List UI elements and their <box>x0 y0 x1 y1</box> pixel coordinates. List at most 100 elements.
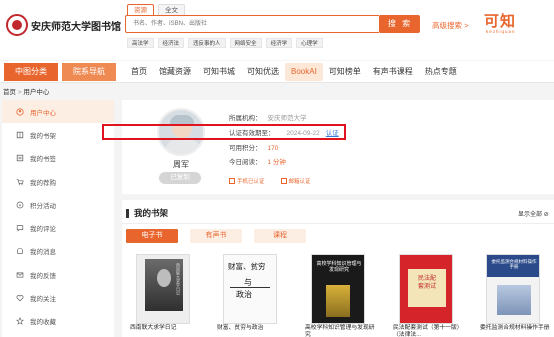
search-tab-resources[interactable]: 资源 <box>127 4 154 15</box>
sidebar-item-label: 我的书签 <box>30 156 56 164</box>
sidebar-item-following[interactable]: 我的关注 <box>2 286 114 309</box>
reading-label: 今日阅读： <box>229 159 262 166</box>
points-value[interactable]: 170 <box>268 145 279 152</box>
user-name: 周军 <box>173 160 189 169</box>
sidebar: 用户中心 我的书架 我的书签 我的荐购 ¥ 积分活动 我的评论 我的消息 我的反… <box>2 100 114 337</box>
bookshelf: 我的书架 显示全部 ⊘ 电子书 有声书 课程 西南联大求学日记 西南联大求学日记… <box>122 200 554 337</box>
sidebar-item-label: 我的收藏 <box>30 319 56 327</box>
breadcrumb-current: 用户中心 <box>23 89 50 96</box>
sidebar-item-points[interactable]: ¥ 积分活动 <box>2 193 114 216</box>
hot-tags: 高法学 经济法 违反事的人 网络安全 经济学 心理学 <box>127 38 323 48</box>
book-cover[interactable]: 高校学科知识管理与发现研究 <box>311 254 365 324</box>
nav-tab-classification[interactable]: 中图分类 <box>4 63 58 81</box>
sidebar-item-recommend[interactable]: 我的荐购 <box>2 170 114 193</box>
nav-tab-department[interactable]: 院系导航 <box>62 63 116 81</box>
book-title[interactable]: 民法配套测试（第十一版）（法律法... <box>393 325 463 337</box>
sidebar-item-label: 用户中心 <box>30 109 56 117</box>
reading-value: 1 分钟 <box>267 159 286 166</box>
library-name[interactable]: 安庆师范大学图书馆 <box>31 18 121 33</box>
hot-tag[interactable]: 心理学 <box>296 38 323 48</box>
nav-link-topics[interactable]: 热点专题 <box>419 63 463 81</box>
profile-card: 周军 已复制 所属机构： 安庆师范大学 认证有效期至： 2024-09-22 认证 可… <box>122 100 554 194</box>
search-input[interactable] <box>126 16 376 31</box>
nav-links: 首页 馆藏资源 可知书城 可知优选 BookAI 可知榜单 有声书课程 热点专题 <box>125 63 463 81</box>
shelf-title: 我的书架 <box>126 207 168 219</box>
mail-icon <box>280 178 287 184</box>
user-icon <box>16 108 24 116</box>
sidebar-item-comments[interactable]: 我的评论 <box>2 216 114 239</box>
brand-logo[interactable]: 可知 <box>484 10 516 31</box>
hot-tag[interactable]: 经济学 <box>265 38 293 48</box>
tab-audiobooks[interactable]: 有声书 <box>190 229 242 243</box>
show-all-link[interactable]: 显示全部 ⊘ <box>518 209 549 218</box>
status-badge[interactable]: 已复制 <box>159 172 201 184</box>
sidebar-item-label: 我的反馈 <box>30 272 56 280</box>
tab-courses[interactable]: 课程 <box>254 229 306 243</box>
main-nav: 中图分类 院系导航 首页 馆藏资源 可知书城 可知优选 BookAI 可知榜单 … <box>0 61 554 83</box>
sidebar-item-bookmarks[interactable]: 我的书签 <box>2 147 114 170</box>
auth-links: 手机已认证 邮箱认证 <box>229 177 311 185</box>
book-title[interactable]: 西南联大求学日记 <box>130 325 200 332</box>
book-cover[interactable]: 财富、贫穷 与 政治 <box>223 254 277 324</box>
nav-link-selected[interactable]: 可知优选 <box>241 63 285 81</box>
coin-icon: ¥ <box>16 201 24 209</box>
sidebar-item-favorites[interactable]: 我的收藏 <box>2 310 114 333</box>
mail-icon <box>16 271 24 279</box>
breadcrumb-separator: > <box>17 89 22 96</box>
sidebar-item-label: 我的关注 <box>30 296 56 304</box>
svg-text:¥: ¥ <box>19 202 22 207</box>
bookmark-icon <box>16 154 24 162</box>
book-icon <box>16 131 24 139</box>
nav-link-bookstore[interactable]: 可知书城 <box>197 63 241 81</box>
sidebar-item-label: 我的评论 <box>30 226 56 234</box>
star-icon <box>16 317 24 326</box>
search-tabs: 资源 全文 <box>127 4 185 15</box>
phone-auth-link[interactable]: 手机已认证 <box>229 177 265 185</box>
nav-link-collection[interactable]: 馆藏资源 <box>153 63 197 81</box>
institution-row: 所属机构： 安庆师范大学 <box>229 112 307 122</box>
points-label: 可用积分： <box>229 145 262 152</box>
book-title[interactable]: 高校学科知识管理与发现研究 <box>305 325 375 337</box>
book-title[interactable]: 财富、贫穷与政治 <box>217 325 287 332</box>
reading-row: 今日阅读： 1 分钟 <box>229 156 286 166</box>
comment-icon <box>16 224 24 232</box>
search-box <box>125 15 380 33</box>
search-tab-fulltext[interactable]: 全文 <box>158 4 185 15</box>
sidebar-item-feedback[interactable]: 我的反馈 <box>2 263 114 286</box>
points-row: 可用积分： 170 <box>229 142 278 152</box>
hot-tag[interactable]: 违反事的人 <box>188 38 226 48</box>
shelf-tabs: 电子书 有声书 课程 <box>126 229 306 243</box>
sidebar-item-label: 我的消息 <box>30 249 56 257</box>
institution-label: 所属机构： <box>229 115 262 122</box>
highlight-box <box>102 124 346 140</box>
institution-value: 安庆师范大学 <box>267 115 307 122</box>
sidebar-item-label: 我的书架 <box>30 132 56 140</box>
hot-tag[interactable]: 经济法 <box>157 38 185 48</box>
sidebar-item-user-center[interactable]: 用户中心 <box>2 100 114 124</box>
advanced-search-link[interactable]: 高级搜索 > <box>432 20 468 31</box>
nav-link-rankings[interactable]: 可知榜单 <box>323 63 367 81</box>
nav-link-bookai[interactable]: BookAI <box>285 63 323 81</box>
message-icon <box>16 247 24 255</box>
nav-link-home[interactable]: 首页 <box>125 63 153 81</box>
book-cover[interactable]: 委托监测合规材料操作手册 <box>486 254 540 324</box>
book-cover[interactable]: 民法配套测试 <box>399 254 453 324</box>
tab-ebooks[interactable]: 电子书 <box>126 229 178 243</box>
breadcrumb-home[interactable]: 首页 <box>3 89 16 96</box>
sidebar-item-messages[interactable]: 我的消息 <box>2 240 114 263</box>
nav-link-audiobooks[interactable]: 有声书课程 <box>367 63 419 81</box>
book-title[interactable]: 委托监测合规材料操作手册 <box>480 325 550 332</box>
sidebar-item-label: 积分活动 <box>30 202 56 210</box>
email-auth-link[interactable]: 邮箱认证 <box>280 177 311 185</box>
hot-tag[interactable]: 高法学 <box>127 38 154 48</box>
sidebar-item-bookshelf[interactable]: 我的书架 <box>2 123 114 146</box>
search-button[interactable]: 搜 索 <box>380 15 420 33</box>
header: 安庆师范大学图书馆 资源 全文 搜 索 高级搜索 > 可知 kezhiquan … <box>0 0 554 60</box>
breadcrumb: 首页 > 用户中心 <box>3 86 49 96</box>
sidebar-item-label: 我的荐购 <box>30 179 56 187</box>
phone-icon <box>229 178 235 184</box>
book-cover[interactable]: 西南联大求学日记 <box>136 254 190 324</box>
hot-tag[interactable]: 网络安全 <box>229 38 262 48</box>
library-logo[interactable] <box>6 14 28 36</box>
cart-icon <box>16 178 24 186</box>
